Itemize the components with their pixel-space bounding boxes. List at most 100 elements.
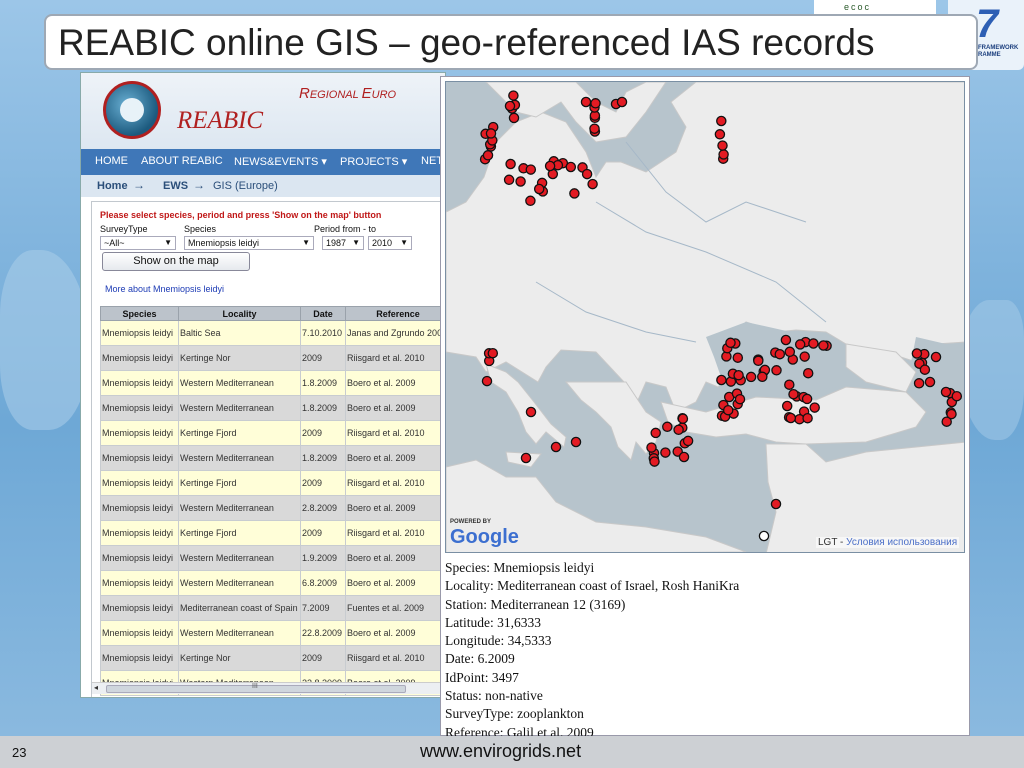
column-header-reference[interactable]: Reference — [345, 306, 445, 321]
occurrence-marker[interactable] — [753, 355, 764, 367]
table-row[interactable]: Mnemiopsis leidyi Western Mediterranean 6.… — [100, 570, 445, 596]
occurrence-marker[interactable] — [503, 174, 515, 186]
occurrence-marker[interactable] — [801, 393, 813, 405]
google-logo[interactable]: Google — [450, 526, 519, 549]
occurrence-marker[interactable] — [646, 442, 657, 453]
occurrence-marker[interactable] — [794, 339, 806, 350]
occurrence-marker[interactable] — [482, 150, 494, 161]
occurrence-marker[interactable] — [616, 96, 628, 108]
occurrence-marker[interactable] — [808, 338, 819, 349]
map-canvas[interactable] — [446, 82, 965, 553]
reabic-logo-icon[interactable] — [103, 81, 161, 139]
occurrence-marker[interactable] — [550, 441, 562, 453]
occurrence-marker[interactable] — [487, 347, 499, 359]
show-on-map-button[interactable]: Show on the map — [102, 252, 250, 271]
occurrence-marker[interactable] — [946, 408, 957, 420]
more-about-species-link[interactable]: More about Mnemiopsis leidyi — [105, 284, 224, 294]
occurrence-marker[interactable] — [716, 374, 727, 386]
footer-url[interactable]: www.envirogrids.net — [420, 741, 581, 762]
occurrence-marker[interactable] — [565, 161, 577, 173]
occurrence-marker[interactable] — [569, 188, 580, 199]
occurrence-marker[interactable] — [525, 406, 537, 418]
occurrence-marker[interactable] — [508, 112, 520, 124]
occurrence-marker[interactable] — [924, 376, 936, 388]
occurrence-marker[interactable] — [678, 451, 690, 463]
occurrence-marker[interactable] — [525, 164, 537, 175]
occurrence-marker[interactable] — [581, 168, 593, 180]
occurrence-marker[interactable] — [520, 452, 532, 464]
table-row[interactable]: Mnemiopsis leidyi Kertinge Fjord 2009 Riisg… — [100, 520, 445, 546]
occurrence-marker[interactable] — [504, 100, 516, 112]
column-header-locality[interactable]: Locality — [178, 306, 301, 321]
occurrence-marker[interactable] — [587, 178, 598, 190]
occurrence-marker[interactable] — [589, 123, 600, 134]
occurrence-marker[interactable] — [580, 96, 592, 108]
occurrence-map[interactable]: POWERED BY Google LGT - Условия использо… — [445, 81, 965, 553]
period-to-select[interactable]: 2010 ▼ — [368, 236, 412, 250]
table-row[interactable]: Mnemiopsis leidyi Western Mediterranean 1.… — [100, 445, 445, 471]
occurrence-marker[interactable] — [799, 351, 810, 362]
species-select[interactable]: Mnemiopsis leidyi ▼ — [184, 236, 314, 250]
table-row[interactable]: Mnemiopsis leidyi Baltic Sea 7.10.2010 Jana… — [100, 320, 445, 346]
occurrence-marker[interactable] — [733, 369, 744, 381]
breadcrumb-home[interactable]: Home — [97, 180, 128, 192]
occurrence-marker[interactable] — [770, 498, 782, 510]
nav-news-events[interactable]: NEWS&EVENTS ▾ — [234, 155, 327, 168]
occurrence-marker[interactable] — [818, 340, 829, 351]
occurrence-marker[interactable] — [780, 334, 792, 346]
occurrence-marker[interactable] — [533, 183, 545, 195]
table-row[interactable]: Mnemiopsis leidyiWestern Mediterranean22… — [100, 620, 445, 646]
occurrence-marker[interactable] — [485, 128, 497, 139]
occurrence-marker[interactable] — [951, 390, 963, 402]
occurrence-marker[interactable] — [716, 115, 727, 127]
occurrence-marker[interactable] — [714, 129, 726, 140]
occurrence-marker[interactable] — [734, 393, 746, 405]
occurrence-marker[interactable] — [784, 346, 796, 358]
period-from-select[interactable]: 1987 ▼ — [322, 236, 364, 250]
table-row[interactable]: Mnemiopsis leidyi Western Mediterranean 2.… — [100, 495, 445, 521]
occurrence-marker[interactable] — [911, 348, 923, 359]
occurrence-marker[interactable] — [757, 371, 768, 383]
nav-projects[interactable]: PROJECTS ▾ — [340, 155, 407, 168]
occurrence-marker[interactable] — [802, 412, 813, 424]
table-row[interactable]: Mnemiopsis leidyi Kertinge Nor 2009 Riisgar… — [100, 645, 445, 671]
table-row[interactable]: Mnemiopsis leidyi Western Mediterranean 1.… — [100, 370, 445, 396]
column-header-species[interactable]: Species — [100, 306, 179, 321]
table-row[interactable]: Mnemiopsis leidyi Kertinge Nor 2009 Riisgar… — [100, 345, 445, 371]
nav-about[interactable]: ABOUT REABIC — [141, 155, 223, 167]
occurrence-marker[interactable] — [570, 436, 582, 448]
occurrence-marker[interactable] — [802, 367, 814, 379]
occurrence-marker[interactable] — [732, 352, 744, 363]
table-row[interactable]: Mnemiopsis leidyi Mediterranean coast of … — [100, 595, 445, 621]
occurrence-marker[interactable] — [785, 412, 797, 424]
occurrence-marker[interactable] — [515, 176, 526, 187]
occurrence-marker[interactable] — [758, 530, 770, 542]
table-row[interactable]: Mnemiopsis leidyi Kertinge Fjord 2009 Riisg… — [100, 420, 445, 446]
occurrence-marker[interactable] — [717, 140, 728, 151]
occurrence-marker[interactable] — [660, 447, 671, 458]
nav-home[interactable]: HOME — [95, 155, 128, 167]
occurrence-marker[interactable] — [505, 158, 516, 170]
occurrence-marker[interactable] — [781, 400, 793, 412]
occurrence-marker[interactable] — [788, 388, 799, 400]
occurrence-marker[interactable] — [481, 375, 493, 387]
occurrence-marker[interactable] — [774, 348, 786, 360]
table-row[interactable]: Mnemiopsis leidyi Western Mediterranean 1.… — [100, 545, 445, 571]
occurrence-marker[interactable] — [650, 427, 661, 439]
column-header-date[interactable]: Date — [300, 306, 346, 321]
table-row[interactable]: Mnemiopsis leidyi Western Mediterranean 1.… — [100, 395, 445, 421]
occurrence-marker[interactable] — [677, 413, 689, 424]
occurrence-marker[interactable] — [722, 404, 734, 416]
occurrence-marker[interactable] — [919, 364, 931, 375]
breadcrumb-ews[interactable]: EWS — [163, 180, 188, 192]
occurrence-marker[interactable] — [745, 371, 757, 383]
terms-of-use-link[interactable]: Условия использования — [846, 537, 957, 548]
occurrence-marker[interactable] — [725, 337, 736, 349]
occurrence-marker[interactable] — [662, 421, 673, 433]
occurrence-marker[interactable] — [508, 90, 519, 101]
occurrence-marker[interactable] — [525, 195, 536, 207]
occurrence-marker[interactable] — [809, 402, 820, 413]
occurrence-marker[interactable] — [544, 160, 556, 172]
occurrence-marker[interactable] — [673, 424, 684, 436]
occurrence-marker[interactable] — [940, 386, 952, 398]
